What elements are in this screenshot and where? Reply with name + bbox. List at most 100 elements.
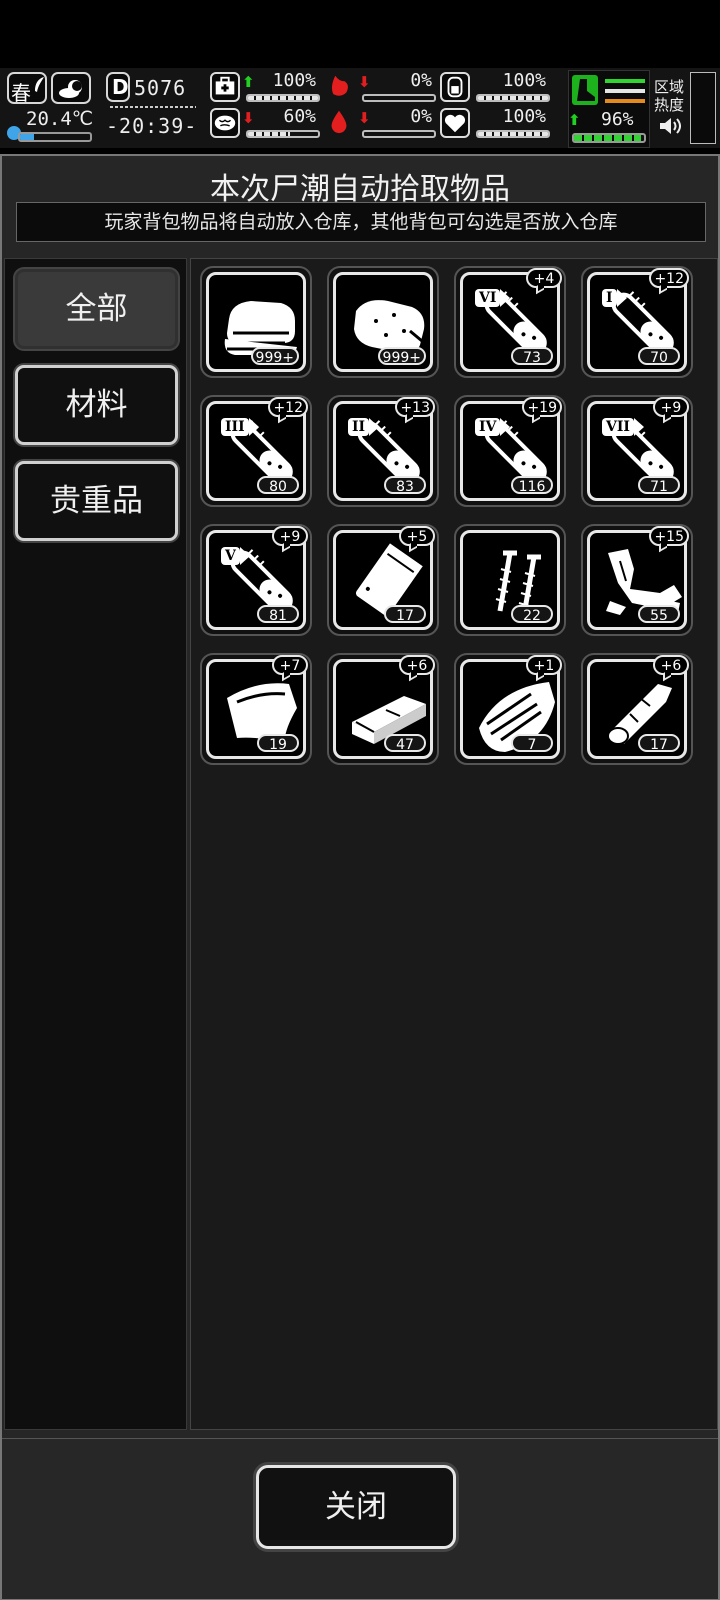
mood-bar <box>246 130 320 138</box>
medkit-icon <box>210 72 240 102</box>
item-count: 55 <box>638 605 680 624</box>
item-count: 999+ <box>377 347 426 366</box>
item-slot-serum-i[interactable]: I 70 +12 <box>581 266 693 378</box>
thirst-bar <box>362 130 436 138</box>
item-count: 19 <box>257 734 299 753</box>
bonus-bubble: +13 <box>395 397 435 417</box>
health-value: 100% <box>272 70 316 91</box>
item-count: 81 <box>257 605 299 624</box>
stamina-trend-up-icon: ⬆ <box>568 111 581 129</box>
tab-all[interactable]: 全部 <box>15 269 178 349</box>
tier-badge: VII <box>602 418 644 436</box>
stamina-bar <box>572 133 646 143</box>
speaker-icon[interactable] <box>658 116 682 136</box>
item-count: 70 <box>638 347 680 366</box>
bonus-bubble: +6 <box>653 655 689 675</box>
stamina-value: 96% <box>601 109 634 130</box>
thirst-value: 0% <box>410 106 432 127</box>
dialog-note: 玩家背包物品将自动放入仓库，其他背包可勾选是否放入仓库 <box>16 202 706 242</box>
item-frame: 999+ <box>206 272 306 372</box>
stamina-panel: ⬆ 96% <box>568 70 650 148</box>
item-count: 116 <box>511 476 553 495</box>
hunger-value: 0% <box>410 70 432 91</box>
item-count: 17 <box>638 734 680 753</box>
bonus-bubble: +6 <box>399 655 435 675</box>
battery-icon <box>440 72 470 102</box>
temperature-value: 20.4℃ <box>26 108 94 130</box>
item-slot-rags[interactable]: 55 +15 <box>581 524 693 636</box>
item-count: 47 <box>384 734 426 753</box>
health-bar <box>246 94 320 102</box>
tier-badge: V <box>221 547 250 565</box>
bonus-bubble: +19 <box>522 397 562 417</box>
tab-valuables[interactable]: 贵重品 <box>15 461 178 541</box>
item-slot-wood-plank[interactable]: 47 +6 <box>327 653 439 765</box>
boot-icon <box>572 75 598 105</box>
item-slot-leather[interactable]: 19 +7 <box>200 653 312 765</box>
category-sidebar: 全部 材料 贵重品 <box>4 258 187 1430</box>
weather-cloud-moon-icon[interactable] <box>51 72 91 104</box>
heart-icon <box>440 108 470 138</box>
auto-loot-dialog: 本次尸潮自动拾取物品 玩家背包物品将自动放入仓库，其他背包可勾选是否放入仓库 全… <box>0 154 720 1600</box>
temperature-bar <box>18 132 92 142</box>
feather-icon <box>35 77 44 92</box>
bonus-bubble: +7 <box>272 655 308 675</box>
bonus-bubble: +4 <box>526 268 562 288</box>
season-badge: 春 <box>7 72 47 105</box>
item-count: 83 <box>384 476 426 495</box>
item-count: 71 <box>638 476 680 495</box>
close-button[interactable]: 关闭 <box>256 1465 456 1549</box>
item-frame: 22 <box>460 530 560 630</box>
item-count: 22 <box>511 605 553 624</box>
item-slot-bark[interactable]: 7 +1 <box>454 653 566 765</box>
bonus-bubble: +9 <box>653 397 689 417</box>
item-count: 73 <box>511 347 553 366</box>
heart-value: 100% <box>502 106 546 127</box>
energy-bar <box>476 94 550 102</box>
water-drop-icon <box>326 108 356 138</box>
bonus-bubble: +5 <box>399 526 435 546</box>
zone-heat-label: 区域 热度 <box>654 78 685 114</box>
tier-badge: III <box>221 418 259 436</box>
tab-materials[interactable]: 材料 <box>15 365 178 445</box>
item-slot-cloth[interactable]: 999+ <box>200 266 312 378</box>
day-separator <box>110 106 196 108</box>
tier-badge: I <box>602 289 626 307</box>
status-hud: 春 20.4℃ D 5076 -20:39- ⬆ 100% ⬇ 0% 100% ⬇ 60% ⬇… <box>0 68 720 148</box>
item-count: 80 <box>257 476 299 495</box>
energy-value: 100% <box>502 70 546 91</box>
brain-icon <box>210 108 240 138</box>
season-label: 春 <box>11 81 31 105</box>
item-slot-serum-ii[interactable]: II 83 +13 <box>327 395 439 507</box>
item-grid: 999+ 999+ VI 73 +4 I 70 +12 III 80 +12 II 83 +13 IV 116… <box>190 258 718 1430</box>
heart-bar <box>476 130 550 138</box>
tier-badge: IV <box>475 418 512 436</box>
stamina-stripes <box>605 79 645 103</box>
zone-heat-meter <box>690 72 716 144</box>
clock-time: -20:39- <box>106 114 198 138</box>
item-slot-serum-iv[interactable]: IV 116 +19 <box>454 395 566 507</box>
item-slot-log[interactable]: 17 +6 <box>581 653 693 765</box>
tier-badge: VI <box>475 289 512 307</box>
tier-badge: II <box>348 418 380 436</box>
item-slot-serum-vii[interactable]: VII 71 +9 <box>581 395 693 507</box>
dialog-footer: 关闭 <box>2 1438 718 1599</box>
item-slot-nails[interactable]: 22 <box>454 524 566 636</box>
bonus-bubble: +9 <box>272 526 308 546</box>
item-slot-serum-v[interactable]: V 81 +9 <box>200 524 312 636</box>
bonus-bubble: +12 <box>268 397 308 417</box>
item-slot-serum-vi[interactable]: VI 73 +4 <box>454 266 566 378</box>
hunger-bar <box>362 94 436 102</box>
bonus-bubble: +12 <box>649 268 689 288</box>
item-count: 7 <box>511 734 553 753</box>
item-frame: 999+ <box>333 272 433 372</box>
item-count: 17 <box>384 605 426 624</box>
day-counter: 5076 <box>134 76 187 100</box>
bonus-bubble: +1 <box>526 655 562 675</box>
item-slot-raw-meat[interactable]: 999+ <box>327 266 439 378</box>
item-slot-plastic-bag[interactable]: 17 +5 <box>327 524 439 636</box>
item-slot-serum-iii[interactable]: III 80 +12 <box>200 395 312 507</box>
day-icon: D <box>106 72 130 102</box>
item-count: 999+ <box>250 347 299 366</box>
bonus-bubble: +15 <box>649 526 689 546</box>
